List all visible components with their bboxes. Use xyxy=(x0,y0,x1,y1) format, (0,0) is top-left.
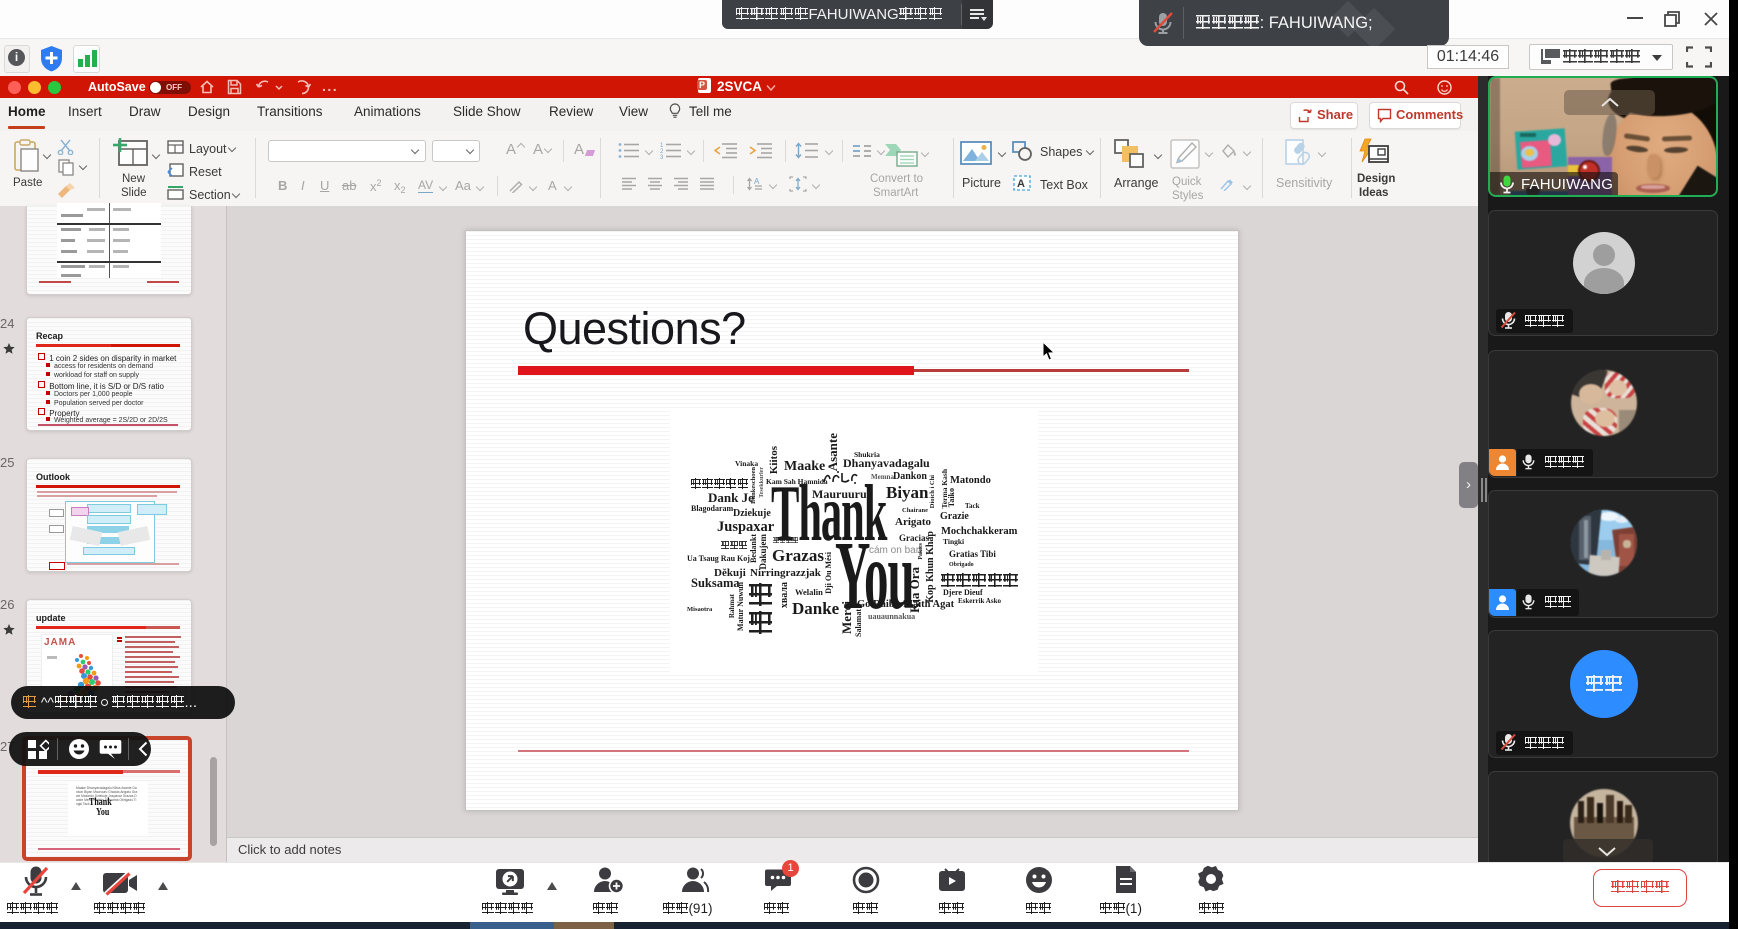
svg-text:3: 3 xyxy=(660,155,664,159)
svg-text:A: A xyxy=(1017,178,1025,190)
svg-text:A: A xyxy=(754,177,760,186)
